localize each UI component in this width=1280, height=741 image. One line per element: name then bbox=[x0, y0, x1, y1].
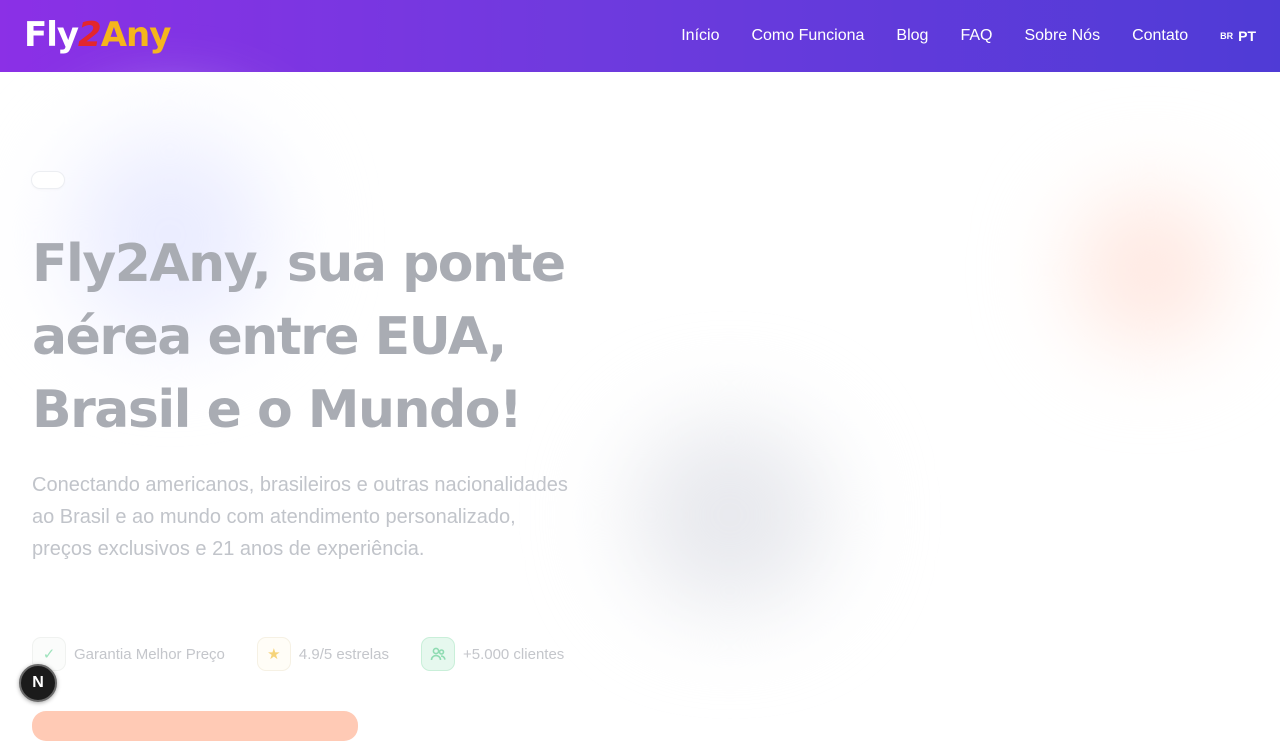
nav-link-inicio[interactable]: Início bbox=[681, 27, 719, 45]
trust-badges: ✓ Garantia Melhor Preço ★ 4.9/5 estrelas… bbox=[32, 637, 596, 671]
nav-link-blog[interactable]: Blog bbox=[896, 27, 928, 45]
hero-subtitle: Conectando americanos, brasileiros e out… bbox=[32, 474, 568, 560]
cta-button[interactable] bbox=[32, 711, 358, 741]
nav-link-contato[interactable]: Contato bbox=[1132, 27, 1188, 45]
star-icon: ★ bbox=[256, 637, 291, 671]
language-code: PT bbox=[1238, 28, 1256, 44]
language-switcher[interactable]: BR PT bbox=[1220, 28, 1256, 44]
brazil-flag-icon: BR bbox=[1220, 31, 1234, 41]
brand-logo[interactable]: Fly 2 Any bbox=[24, 15, 172, 55]
nav-link-como-funciona[interactable]: Como Funciona bbox=[751, 27, 864, 45]
badge-label: Garantia Melhor Preço bbox=[74, 645, 225, 663]
badge-label: +5.000 clientes bbox=[462, 645, 565, 663]
nav-link-sobre-nos[interactable]: Sobre Nós bbox=[1024, 27, 1100, 45]
hero-tag-pill bbox=[32, 172, 64, 188]
hero-headline: Fly2Any, sua ponte aérea entre EUA, Bras… bbox=[32, 228, 592, 447]
users-icon bbox=[420, 637, 455, 671]
badge-rating: ★ 4.9/5 estrelas bbox=[256, 637, 389, 671]
logo-text-any: Any bbox=[100, 15, 172, 55]
badge-clients: +5.000 clientes bbox=[420, 637, 565, 671]
logo-text-two: 2 bbox=[78, 15, 102, 55]
decorative-peach-blob bbox=[1050, 170, 1250, 370]
badge-best-price: ✓ Garantia Melhor Preço bbox=[32, 637, 225, 671]
badge-label: 4.9/5 estrelas bbox=[298, 645, 389, 663]
headline-line-2: aérea entre EUA, bbox=[32, 307, 507, 367]
headline-line-3: Brasil e o Mundo! bbox=[32, 380, 523, 440]
decorative-gray-blob bbox=[600, 400, 860, 630]
nav-link-faq[interactable]: FAQ bbox=[960, 27, 992, 45]
dev-tools-badge[interactable]: N bbox=[19, 664, 57, 702]
site-header: Fly 2 Any Início Como Funciona Blog FAQ So… bbox=[0, 0, 1280, 72]
main-nav: Início Como Funciona Blog FAQ Sobre Nós … bbox=[681, 0, 1256, 72]
headline-line-1: Fly2Any, sua ponte bbox=[32, 234, 566, 294]
logo-text-fly: Fly bbox=[24, 15, 79, 55]
